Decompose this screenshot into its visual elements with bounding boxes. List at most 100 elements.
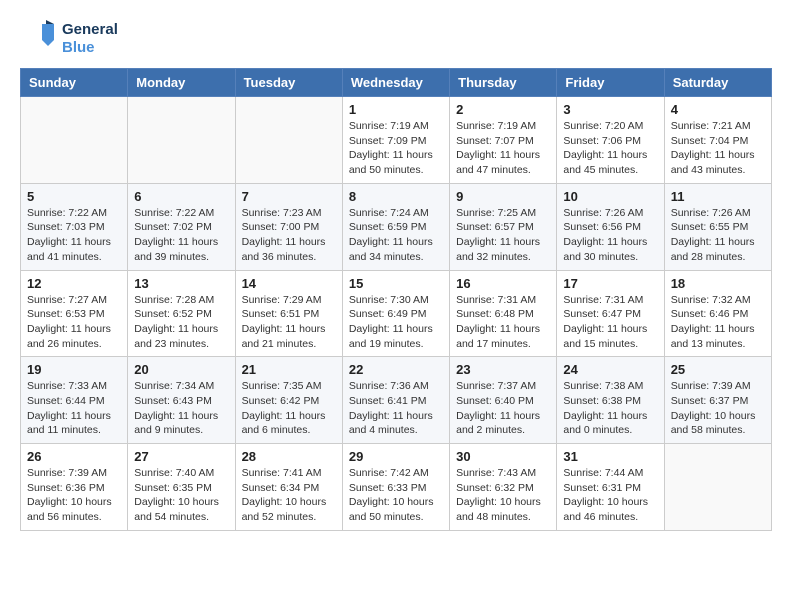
day-number: 15	[349, 276, 443, 291]
day-info: Sunrise: 7:35 AM Sunset: 6:42 PM Dayligh…	[242, 379, 336, 438]
calendar-cell: 5Sunrise: 7:22 AM Sunset: 7:03 PM Daylig…	[21, 183, 128, 270]
day-number: 12	[27, 276, 121, 291]
calendar-cell: 19 Sunrise: 7:33 AM Sunset: 6:44 PM Dayli…	[21, 357, 128, 444]
weekday-header-wednesday: Wednesday	[342, 69, 449, 97]
calendar-cell: 6Sunrise: 7:22 AM Sunset: 7:02 PM Daylig…	[128, 183, 235, 270]
calendar-cell: 14 Sunrise: 7:29 AM Sunset: 6:51 PM Dayli…	[235, 270, 342, 357]
day-info: Sunrise: 7:32 AM Sunset: 6:46 PM Dayligh…	[671, 293, 765, 352]
calendar-cell	[21, 97, 128, 184]
logo-blue: Blue	[62, 39, 118, 57]
day-number: 19	[27, 362, 121, 377]
logo-general: General	[62, 21, 118, 39]
day-number: 20	[134, 362, 228, 377]
calendar-cell: 30Sunrise: 7:43 AM Sunset: 6:32 PM Dayli…	[450, 444, 557, 531]
day-info: Sunrise: 7:44 AM Sunset: 6:31 PM Dayligh…	[563, 466, 657, 525]
day-number: 31	[563, 449, 657, 464]
day-info: Sunrise: 7:37 AM Sunset: 6:40 PM Dayligh…	[456, 379, 550, 438]
calendar-cell: 28Sunrise: 7:41 AM Sunset: 6:34 PM Dayli…	[235, 444, 342, 531]
day-number: 21	[242, 362, 336, 377]
calendar-cell: 18 Sunrise: 7:32 AM Sunset: 6:46 PM Dayli…	[664, 270, 771, 357]
calendar-cell: 4 Sunrise: 7:21 AM Sunset: 7:04 PM Daylig…	[664, 97, 771, 184]
day-info: Sunrise: 7:27 AM Sunset: 6:53 PM Dayligh…	[27, 293, 121, 352]
calendar-cell: 12 Sunrise: 7:27 AM Sunset: 6:53 PM Dayli…	[21, 270, 128, 357]
day-info: Sunrise: 7:31 AM Sunset: 6:48 PM Dayligh…	[456, 293, 550, 352]
day-info: Sunrise: 7:26 AM Sunset: 6:55 PM Dayligh…	[671, 206, 765, 265]
calendar-cell: 16 Sunrise: 7:31 AM Sunset: 6:48 PM Dayli…	[450, 270, 557, 357]
day-info: Sunrise: 7:39 AM Sunset: 6:37 PM Dayligh…	[671, 379, 765, 438]
calendar-cell: 9Sunrise: 7:25 AM Sunset: 6:57 PM Daylig…	[450, 183, 557, 270]
day-info: Sunrise: 7:28 AM Sunset: 6:52 PM Dayligh…	[134, 293, 228, 352]
day-number: 29	[349, 449, 443, 464]
day-info: Sunrise: 7:34 AM Sunset: 6:43 PM Dayligh…	[134, 379, 228, 438]
calendar-cell: 22Sunrise: 7:36 AM Sunset: 6:41 PM Dayli…	[342, 357, 449, 444]
weekday-header-thursday: Thursday	[450, 69, 557, 97]
day-number: 23	[456, 362, 550, 377]
calendar-cell: 27Sunrise: 7:40 AM Sunset: 6:35 PM Dayli…	[128, 444, 235, 531]
calendar-cell: 17 Sunrise: 7:31 AM Sunset: 6:47 PM Dayli…	[557, 270, 664, 357]
calendar-cell: 11 Sunrise: 7:26 AM Sunset: 6:55 PM Dayli…	[664, 183, 771, 270]
day-info: Sunrise: 7:24 AM Sunset: 6:59 PM Dayligh…	[349, 206, 443, 265]
calendar-cell	[235, 97, 342, 184]
day-number: 26	[27, 449, 121, 464]
day-info: Sunrise: 7:38 AM Sunset: 6:38 PM Dayligh…	[563, 379, 657, 438]
day-number: 1	[349, 102, 443, 117]
day-number: 16	[456, 276, 550, 291]
day-number: 3	[563, 102, 657, 117]
weekday-header-friday: Friday	[557, 69, 664, 97]
day-number: 18	[671, 276, 765, 291]
day-info: Sunrise: 7:22 AM Sunset: 7:03 PM Dayligh…	[27, 206, 121, 265]
day-info: Sunrise: 7:31 AM Sunset: 6:47 PM Dayligh…	[563, 293, 657, 352]
calendar-table: SundayMondayTuesdayWednesdayThursdayFrid…	[20, 68, 772, 531]
day-info: Sunrise: 7:30 AM Sunset: 6:49 PM Dayligh…	[349, 293, 443, 352]
calendar-cell: 25Sunrise: 7:39 AM Sunset: 6:37 PM Dayli…	[664, 357, 771, 444]
day-number: 10	[563, 189, 657, 204]
day-info: Sunrise: 7:26 AM Sunset: 6:56 PM Dayligh…	[563, 206, 657, 265]
day-info: Sunrise: 7:39 AM Sunset: 6:36 PM Dayligh…	[27, 466, 121, 525]
day-number: 30	[456, 449, 550, 464]
day-info: Sunrise: 7:41 AM Sunset: 6:34 PM Dayligh…	[242, 466, 336, 525]
logo-brand: General Blue	[20, 20, 118, 58]
weekday-header-monday: Monday	[128, 69, 235, 97]
calendar-cell: 20 Sunrise: 7:34 AM Sunset: 6:43 PM Dayli…	[128, 357, 235, 444]
day-number: 8	[349, 189, 443, 204]
calendar-week-row: 19 Sunrise: 7:33 AM Sunset: 6:44 PM Dayli…	[21, 357, 772, 444]
day-info: Sunrise: 7:40 AM Sunset: 6:35 PM Dayligh…	[134, 466, 228, 525]
day-info: Sunrise: 7:19 AM Sunset: 7:07 PM Dayligh…	[456, 119, 550, 178]
calendar-cell: 10 Sunrise: 7:26 AM Sunset: 6:56 PM Dayli…	[557, 183, 664, 270]
day-number: 4	[671, 102, 765, 117]
calendar-cell: 2 Sunrise: 7:19 AM Sunset: 7:07 PM Daylig…	[450, 97, 557, 184]
day-info: Sunrise: 7:19 AM Sunset: 7:09 PM Dayligh…	[349, 119, 443, 178]
calendar-cell	[128, 97, 235, 184]
calendar-cell: 3 Sunrise: 7:20 AM Sunset: 7:06 PM Daylig…	[557, 97, 664, 184]
day-info: Sunrise: 7:21 AM Sunset: 7:04 PM Dayligh…	[671, 119, 765, 178]
day-number: 14	[242, 276, 336, 291]
calendar-cell: 24 Sunrise: 7:38 AM Sunset: 6:38 PM Dayli…	[557, 357, 664, 444]
day-number: 11	[671, 189, 765, 204]
calendar-cell: 8 Sunrise: 7:24 AM Sunset: 6:59 PM Daylig…	[342, 183, 449, 270]
day-info: Sunrise: 7:29 AM Sunset: 6:51 PM Dayligh…	[242, 293, 336, 352]
day-info: Sunrise: 7:33 AM Sunset: 6:44 PM Dayligh…	[27, 379, 121, 438]
calendar-week-row: 1 Sunrise: 7:19 AM Sunset: 7:09 PM Daylig…	[21, 97, 772, 184]
calendar-cell	[664, 444, 771, 531]
calendar-cell: 29 Sunrise: 7:42 AM Sunset: 6:33 PM Dayli…	[342, 444, 449, 531]
calendar-cell: 15 Sunrise: 7:30 AM Sunset: 6:49 PM Dayli…	[342, 270, 449, 357]
calendar-week-row: 12 Sunrise: 7:27 AM Sunset: 6:53 PM Dayli…	[21, 270, 772, 357]
day-info: Sunrise: 7:42 AM Sunset: 6:33 PM Dayligh…	[349, 466, 443, 525]
day-info: Sunrise: 7:22 AM Sunset: 7:02 PM Dayligh…	[134, 206, 228, 265]
day-number: 9	[456, 189, 550, 204]
calendar-cell: 26 Sunrise: 7:39 AM Sunset: 6:36 PM Dayli…	[21, 444, 128, 531]
day-info: Sunrise: 7:23 AM Sunset: 7:00 PM Dayligh…	[242, 206, 336, 265]
day-number: 2	[456, 102, 550, 117]
calendar-cell: 7 Sunrise: 7:23 AM Sunset: 7:00 PM Daylig…	[235, 183, 342, 270]
day-number: 17	[563, 276, 657, 291]
day-number: 7	[242, 189, 336, 204]
day-number: 13	[134, 276, 228, 291]
weekday-header-saturday: Saturday	[664, 69, 771, 97]
day-info: Sunrise: 7:20 AM Sunset: 7:06 PM Dayligh…	[563, 119, 657, 178]
day-number: 24	[563, 362, 657, 377]
page-header: General Blue	[20, 20, 772, 58]
calendar-cell: 31 Sunrise: 7:44 AM Sunset: 6:31 PM Dayli…	[557, 444, 664, 531]
calendar-cell: 13 Sunrise: 7:28 AM Sunset: 6:52 PM Dayli…	[128, 270, 235, 357]
calendar-cell: 21 Sunrise: 7:35 AM Sunset: 6:42 PM Dayli…	[235, 357, 342, 444]
calendar-cell: 1 Sunrise: 7:19 AM Sunset: 7:09 PM Daylig…	[342, 97, 449, 184]
